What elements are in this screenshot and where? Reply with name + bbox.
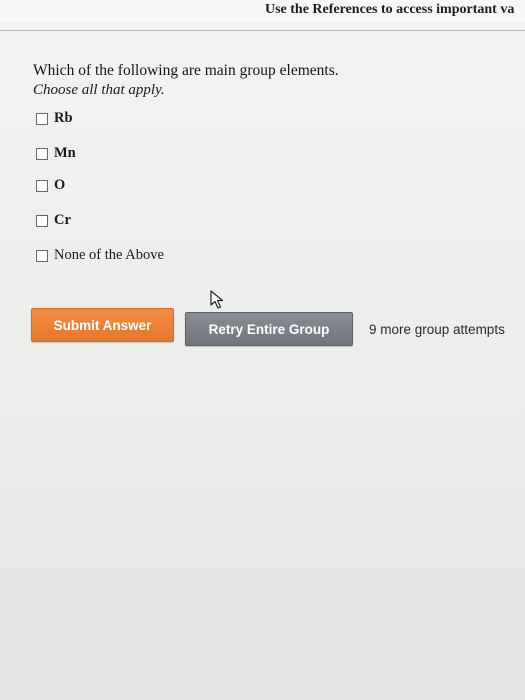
submit-answer-button[interactable]: Submit Answer [31,308,174,342]
checkbox-cr[interactable] [36,214,48,227]
checkbox-o[interactable] [36,179,48,192]
checkbox-mn[interactable] [36,147,48,160]
question-instruction: Choose all that apply. [33,82,165,98]
option-label-cr: Cr [54,212,71,228]
option-label-rb: Rb [54,110,73,126]
references-link[interactable]: Use the References to access important v… [265,2,514,18]
option-mn[interactable]: Mn [36,145,76,162]
retry-entire-group-button[interactable]: Retry Entire Group [185,312,353,346]
checkbox-rb[interactable] [36,112,48,125]
mouse-pointer-icon [210,290,224,309]
question-text: Which of the following are main group el… [33,62,339,79]
references-bar: Use the References to access important v… [0,0,525,22]
option-o[interactable]: O [36,177,65,194]
option-rb[interactable]: Rb [36,110,73,127]
option-cr[interactable]: Cr [36,212,71,229]
option-label-o: O [54,177,66,193]
option-label-none-of-the-above: None of the Above [54,247,164,263]
header-divider [0,30,525,31]
checkbox-none-of-the-above[interactable] [36,249,48,262]
option-label-mn: Mn [54,145,76,161]
group-attempts-remaining: 9 more group attempts [369,322,505,337]
option-none-of-the-above[interactable]: None of the Above [36,247,164,264]
